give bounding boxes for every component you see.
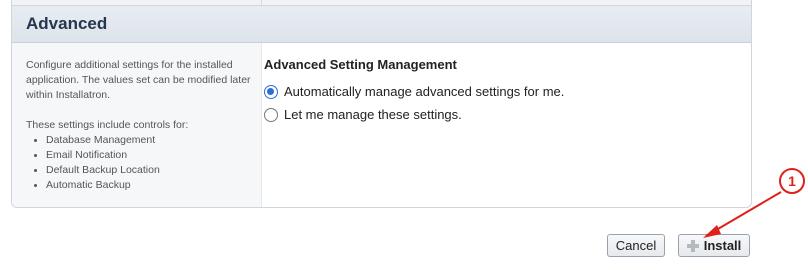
- option-auto-manage[interactable]: Automatically manage advanced settings f…: [264, 80, 724, 103]
- panel-title: Advanced: [26, 14, 108, 33]
- settings-main: Advanced Setting Management Automaticall…: [264, 57, 724, 126]
- plus-icon: [686, 239, 699, 252]
- annotation-marker: 1: [779, 168, 805, 194]
- sidebar-intro: Configure additional settings for the in…: [26, 59, 251, 101]
- list-item: Automatic Backup: [34, 178, 253, 193]
- install-button[interactable]: Install: [678, 234, 750, 257]
- cancel-button[interactable]: Cancel: [607, 234, 665, 257]
- list-item: Email Notification: [34, 148, 253, 163]
- section-heading: Advanced Setting Management: [264, 57, 457, 72]
- sidebar-description: Configure additional settings for the in…: [12, 43, 262, 207]
- option-label[interactable]: Let me manage these settings.: [284, 107, 462, 122]
- controls-list: Database Management Email Notification D…: [26, 133, 253, 193]
- sidebar-controls-intro: These settings include controls for:: [26, 119, 189, 131]
- list-item: Default Backup Location: [34, 163, 253, 178]
- radio-unselected-icon[interactable]: [264, 107, 278, 122]
- panel-header: Advanced: [12, 5, 751, 43]
- option-manual-manage[interactable]: Let me manage these settings.: [264, 103, 724, 126]
- list-item: Database Management: [34, 133, 253, 148]
- radio-selected-icon[interactable]: [264, 84, 278, 99]
- annotation-number: 1: [788, 173, 796, 189]
- option-label[interactable]: Automatically manage advanced settings f…: [284, 84, 564, 99]
- cancel-button-label[interactable]: Cancel: [616, 238, 656, 253]
- install-button-label[interactable]: Install: [704, 238, 742, 253]
